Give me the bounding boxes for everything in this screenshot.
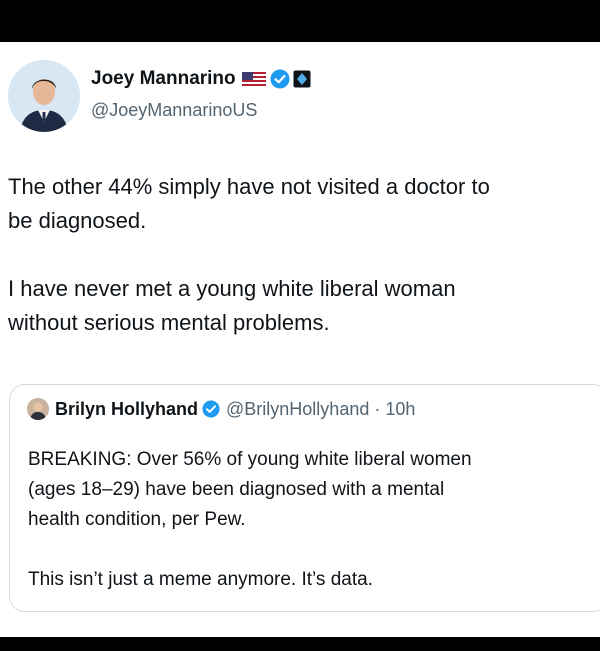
quoted-tweet[interactable]: Brilyn Hollyhand @BrilynHollyhand · 10h …	[9, 384, 600, 612]
letterbox-bar	[0, 637, 600, 651]
person-avatar-icon	[8, 60, 80, 132]
quoted-line: (ages 18–29) have been diagnosed with a …	[28, 479, 445, 500]
verified-badge-icon	[202, 400, 220, 418]
quoted-tweet-header: Brilyn Hollyhand @BrilynHollyhand · 10h	[27, 398, 415, 420]
tweet-card: Joey Mannarino @JoeyMannarinoUS The othe…	[0, 42, 600, 637]
tweet-line: be diagnosed.	[8, 208, 147, 233]
quoted-line: health condition, per Pew.	[28, 509, 246, 530]
avatar[interactable]	[8, 60, 80, 132]
author-name-row: Joey Mannarino	[91, 68, 311, 90]
quoted-line: BREAKING: Over 56% of young white libera…	[28, 449, 472, 470]
tweet-line: without serious mental problems.	[8, 310, 330, 335]
tweet-text: The other 44% simply have not visited a …	[8, 170, 600, 340]
author-name[interactable]: Joey Mannarino	[91, 68, 236, 90]
verified-badge-icon	[270, 69, 290, 89]
quoted-line: This isn’t just a meme anymore. It’s dat…	[28, 569, 373, 590]
tweet-line: The other 44% simply have not visited a …	[8, 174, 490, 199]
quoted-avatar[interactable]	[27, 398, 49, 420]
quoted-author-name[interactable]: Brilyn Hollyhand	[55, 399, 198, 420]
us-flag-icon	[241, 71, 266, 87]
author-handle[interactable]: @JoeyMannarinoUS	[91, 100, 257, 121]
tweet-header: Joey Mannarino @JoeyMannarinoUS	[8, 60, 588, 136]
person-avatar-icon	[27, 398, 49, 420]
affiliation-badge-icon	[293, 70, 311, 88]
quoted-author-handle-time[interactable]: @BrilynHollyhand · 10h	[226, 399, 415, 420]
tweet-line: I have never met a young white liberal w…	[8, 276, 456, 301]
quoted-tweet-text: BREAKING: Over 56% of young white libera…	[28, 445, 598, 595]
